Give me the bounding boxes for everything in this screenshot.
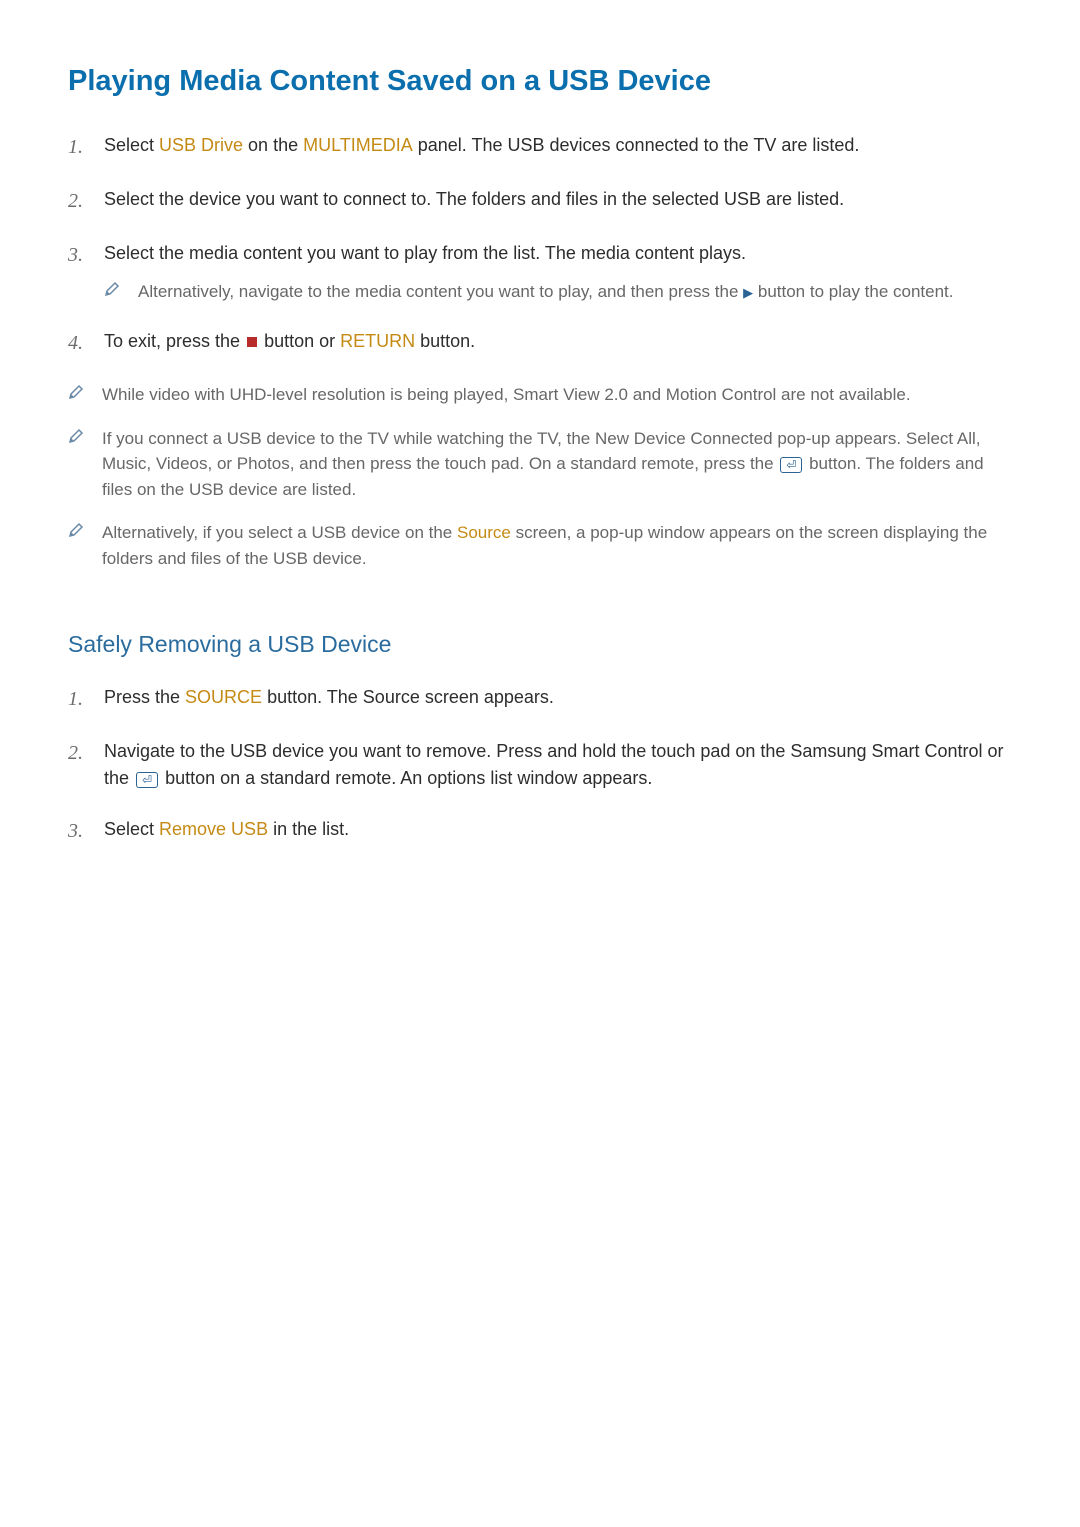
step-text: Select [104, 819, 159, 839]
step-body: Select Remove USB in the list. [104, 816, 1012, 846]
step-text: button or [259, 331, 340, 351]
note-text: Alternatively, navigate to the media con… [138, 279, 1012, 305]
step-number: 1. [68, 132, 104, 162]
note-text-segment: button to play the content. [753, 282, 953, 301]
step-item: 2. Select the device you want to connect… [68, 186, 1012, 216]
note-text: Alternatively, if you select a USB devic… [102, 520, 1012, 571]
step-body: Select the media content you want to pla… [104, 240, 1012, 305]
pencil-icon [104, 281, 138, 307]
step-text: button. The Source screen appears. [262, 687, 554, 707]
enter-icon: ⏎ [780, 457, 802, 473]
step-body: Press the SOURCE button. The Source scre… [104, 684, 1012, 714]
step-item: 4. To exit, press the button or RETURN b… [68, 328, 1012, 358]
note-text: If you connect a USB device to the TV wh… [102, 426, 1012, 503]
step-number: 3. [68, 240, 104, 305]
step-item: 3. Select Remove USB in the list. [68, 816, 1012, 846]
highlight-multimedia: MULTIMEDIA [303, 135, 413, 155]
highlight-usb-drive: USB Drive [159, 135, 243, 155]
steps-list-2: 1. Press the SOURCE button. The Source s… [68, 684, 1012, 846]
pencil-icon [68, 428, 102, 505]
note-item: While video with UHD-level resolution is… [68, 382, 1012, 408]
step-body: Select the device you want to connect to… [104, 186, 1012, 216]
step-item: 3. Select the media content you want to … [68, 240, 1012, 305]
step-text: Press the [104, 687, 185, 707]
step-number: 3. [68, 816, 104, 846]
step-text: on the [243, 135, 303, 155]
step-text: To exit, press the [104, 331, 245, 351]
step-body: Select USB Drive on the MULTIMEDIA panel… [104, 132, 1012, 162]
pencil-icon [68, 384, 102, 410]
step-text: button on a standard remote. An options … [160, 768, 652, 788]
step-number: 2. [68, 186, 104, 216]
step-text: in the list. [268, 819, 349, 839]
step-item: 1. Press the SOURCE button. The Source s… [68, 684, 1012, 714]
highlight-remove-usb: Remove USB [159, 819, 268, 839]
step-note: Alternatively, navigate to the media con… [104, 279, 1012, 305]
step-text: button. [415, 331, 475, 351]
page-title: Playing Media Content Saved on a USB Dev… [68, 60, 1012, 104]
note-item: Alternatively, if you select a USB devic… [68, 520, 1012, 571]
note-item: If you connect a USB device to the TV wh… [68, 426, 1012, 503]
step-number: 2. [68, 738, 104, 792]
step-body: To exit, press the button or RETURN butt… [104, 328, 1012, 358]
step-number: 4. [68, 328, 104, 358]
highlight-source: Source [457, 523, 511, 542]
note-text-segment: Alternatively, navigate to the media con… [138, 282, 743, 301]
step-number: 1. [68, 684, 104, 714]
stop-icon [247, 337, 257, 347]
highlight-source-btn: SOURCE [185, 687, 262, 707]
highlight-return: RETURN [340, 331, 415, 351]
step-text: Select the media content you want to pla… [104, 243, 746, 263]
step-item: 2. Navigate to the USB device you want t… [68, 738, 1012, 792]
note-text-segment: Alternatively, if you select a USB devic… [102, 523, 457, 542]
notes-list: While video with UHD-level resolution is… [68, 382, 1012, 571]
step-body: Navigate to the USB device you want to r… [104, 738, 1012, 792]
step-text: Select [104, 135, 159, 155]
steps-list-1: 1. Select USB Drive on the MULTIMEDIA pa… [68, 132, 1012, 359]
enter-icon: ⏎ [136, 772, 158, 788]
step-text: panel. The USB devices connected to the … [413, 135, 860, 155]
section-title: Safely Removing a USB Device [68, 627, 1012, 662]
pencil-icon [68, 522, 102, 573]
play-icon: ▶ [743, 283, 753, 303]
note-text: While video with UHD-level resolution is… [102, 382, 1012, 408]
step-item: 1. Select USB Drive on the MULTIMEDIA pa… [68, 132, 1012, 162]
